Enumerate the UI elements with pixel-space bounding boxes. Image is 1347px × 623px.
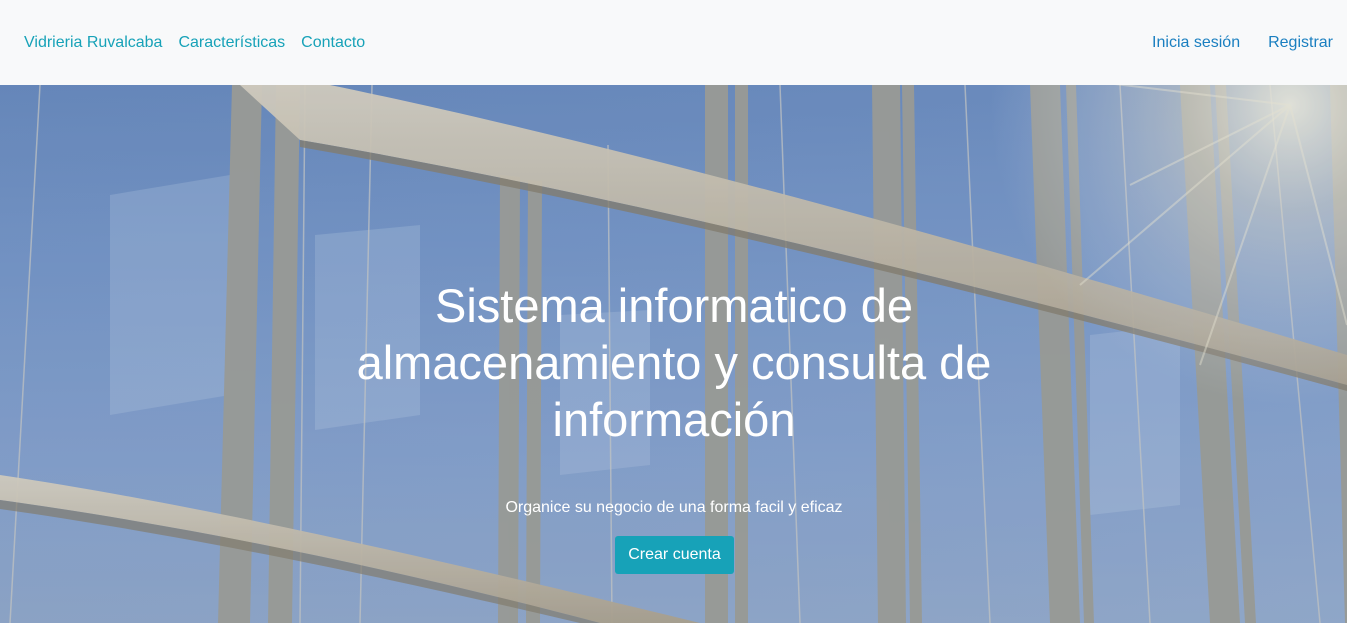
login-link[interactable]: Inicia sesión [1152, 34, 1240, 52]
register-link[interactable]: Registrar [1268, 34, 1333, 52]
nav-link-contacto[interactable]: Contacto [301, 34, 365, 52]
create-account-button[interactable]: Crear cuenta [615, 536, 734, 574]
nav-right-group: Inicia sesión Registrar [1152, 34, 1333, 52]
hero-subtitle: Organice su negocio de una forma facil y… [505, 499, 843, 516]
nav-left-group: Vidrieria Ruvalcaba Características Cont… [24, 34, 365, 52]
nav-link-caracteristicas[interactable]: Características [178, 34, 285, 52]
brand-link[interactable]: Vidrieria Ruvalcaba [24, 34, 162, 52]
hero-section: Sistema informatico de almacenamiento y … [0, 85, 1347, 623]
top-navbar: Vidrieria Ruvalcaba Características Cont… [0, 0, 1347, 85]
hero-title: Sistema informatico de almacenamiento y … [356, 279, 992, 446]
hero-content: Sistema informatico de almacenamiento y … [0, 85, 1347, 623]
